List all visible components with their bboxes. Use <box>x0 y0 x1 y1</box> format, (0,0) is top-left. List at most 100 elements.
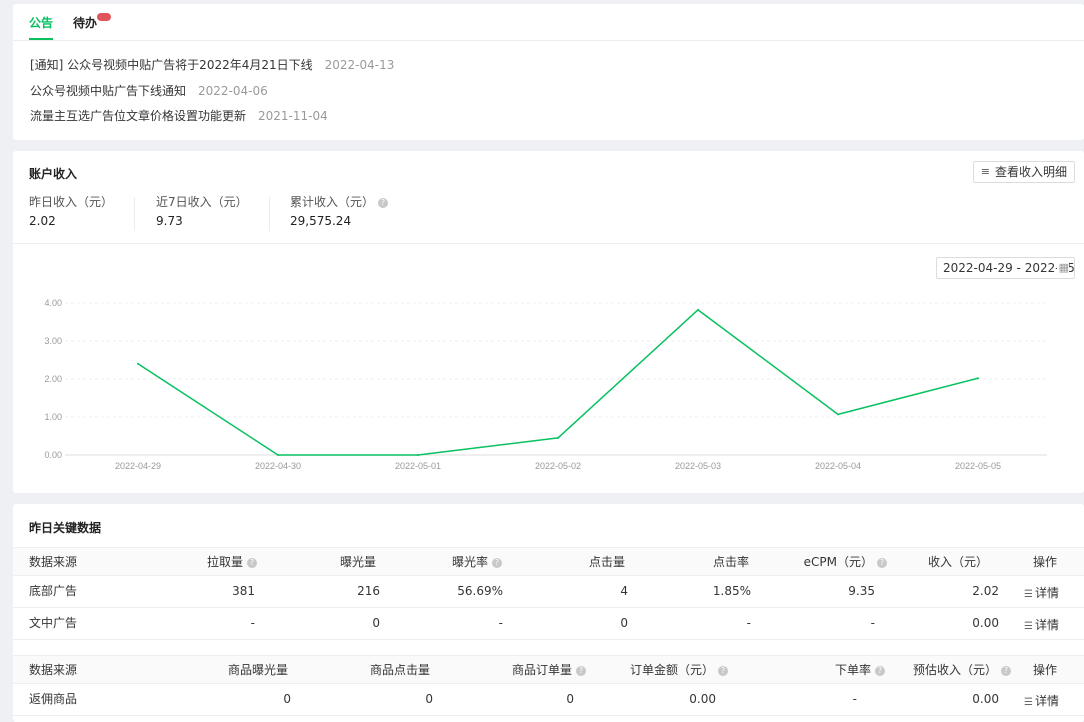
data-point <box>417 454 419 456</box>
divider <box>13 243 1084 244</box>
table-header: 数据来源 拉取量? 曝光量 曝光率? 点击量 点击率 eCPM（元）? 收入（元… <box>13 547 1084 576</box>
notice-tabs: 公告 待办 <box>13 4 1084 41</box>
notice-date: 2022-04-13 <box>324 58 395 72</box>
x-tick-label: 2022-05-02 <box>535 461 581 471</box>
view-income-detail-button[interactable]: ≡ 查看收入明细 <box>972 161 1075 183</box>
todo-badge <box>97 13 111 21</box>
help-icon[interactable]: ? <box>1001 665 1011 676</box>
list-icon: ☰ <box>1024 589 1033 600</box>
key-data-title: 昨日关键数据 <box>29 521 102 535</box>
help-icon[interactable]: ? <box>378 197 389 208</box>
x-tick-label: 2022-04-30 <box>255 461 301 471</box>
detail-link[interactable]: ☰ 详情 <box>1024 610 1059 642</box>
cell-order-rate: - <box>852 692 857 706</box>
cell-ecpm: 9.35 <box>848 584 875 598</box>
stat-value: 29,575.24 <box>290 214 352 228</box>
divider <box>134 197 135 231</box>
stat-yesterday: 昨日收入（元） 2.02 <box>29 193 113 228</box>
cell-pull: - <box>250 616 255 630</box>
notice-card: 公告 待办 [通知] 公众号视频中贴广告将于2022年4月21日下线 2022-0… <box>13 4 1084 140</box>
detail-link[interactable]: ☰ 详情 <box>1024 578 1059 610</box>
data-point <box>977 377 979 380</box>
cell-clicks: 0 <box>620 616 628 630</box>
table-row: 文中广告 - 0 - 0 - - 0.00 ☰ 详情 <box>13 608 1084 640</box>
notice-item[interactable]: 公众号视频中贴广告下线通知 2022-04-06 <box>30 82 268 99</box>
list-icon: ≡ <box>980 165 990 178</box>
key-data-card: 昨日关键数据 数据来源 拉取量? 曝光量 曝光率? 点击量 点击率 eCPM（元… <box>13 504 1084 722</box>
notice-item[interactable]: [通知] 公众号视频中贴广告将于2022年4月21日下线 2022-04-13 <box>30 56 394 73</box>
detail-button-label: 查看收入明细 <box>994 165 1067 179</box>
cell-orders: 0 <box>566 692 574 706</box>
cell-ecpm: - <box>870 616 875 630</box>
cell-source: 底部广告 <box>29 584 78 598</box>
table-row: 底部广告 381 216 56.69% 4 1.85% 9.35 2.02 ☰ 详… <box>13 576 1084 608</box>
active-tab-indicator <box>29 38 53 40</box>
cell-exposure: 0 <box>283 692 291 706</box>
notice-text[interactable]: 公众号视频中贴广告下线通知 <box>30 84 186 98</box>
income-card: 账户收入 ≡ 查看收入明细 昨日收入（元） 2.02 近7日收入（元） 9.73… <box>13 151 1084 493</box>
notice-text[interactable]: [通知] 公众号视频中贴广告将于2022年4月21日下线 <box>30 58 313 72</box>
list-icon: ☰ <box>1024 697 1033 708</box>
cell-pull: 381 <box>232 584 255 598</box>
notice-item[interactable]: 流量主互选广告位文章价格设置功能更新 2021-11-04 <box>30 107 328 124</box>
table-header: 数据来源 商品曝光量 商品点击量 商品订单量? 订单金额（元）? 下单率? 预估… <box>13 655 1084 684</box>
help-icon[interactable]: ? <box>718 665 728 676</box>
y-tick-label: 2.00 <box>44 374 62 384</box>
cell-ctr: - <box>746 616 751 630</box>
income-title: 账户收入 <box>29 167 78 181</box>
table-row: 返佣商品 0 0 0 0.00 - 0.00 ☰ 详情 <box>13 684 1084 716</box>
cell-income: 2.02 <box>972 584 999 598</box>
stat-last-7-days: 近7日收入（元） 9.73 <box>156 193 248 228</box>
help-icon[interactable]: ? <box>576 665 586 676</box>
detail-link[interactable]: ☰ 详情 <box>1024 686 1059 718</box>
x-tick-label: 2022-05-05 <box>955 461 1001 471</box>
cell-source: 文中广告 <box>29 616 78 630</box>
data-point <box>137 362 139 365</box>
tab-todo[interactable]: 待办 <box>73 14 97 31</box>
cell-clicks: 0 <box>425 692 433 706</box>
help-icon[interactable]: ? <box>875 665 885 676</box>
notice-date: 2022-04-06 <box>198 84 268 98</box>
series-line <box>137 309 979 456</box>
tab-announcements[interactable]: 公告 <box>29 14 53 31</box>
cell-exposure: 0 <box>372 616 380 630</box>
stat-label: 累计收入（元）? <box>290 193 389 210</box>
calendar-icon: ▦ <box>1056 258 1069 278</box>
help-icon[interactable]: ? <box>492 557 502 568</box>
y-tick-label: 1.00 <box>44 412 62 422</box>
list-icon: ☰ <box>1024 621 1033 632</box>
x-tick-label: 2022-05-04 <box>815 461 861 471</box>
cell-amount: 0.00 <box>689 692 716 706</box>
cell-exposure: 216 <box>357 584 380 598</box>
help-icon[interactable]: ? <box>247 557 257 568</box>
help-icon[interactable]: ? <box>877 557 887 568</box>
income-line-chart: 0.00 1.00 2.00 3.00 4.00 2022-04-29 2022-04-30… <box>44 298 1047 471</box>
stat-total: 累计收入（元）? 29,575.24 <box>290 193 389 228</box>
cell-ctr: 1.85% <box>712 584 751 598</box>
x-tick-label: 2022-05-01 <box>395 461 441 471</box>
date-range-picker[interactable]: 2022-04-29 - 2022-05-05 ▦ <box>936 257 1075 279</box>
x-tick-label: 2022-05-03 <box>675 461 721 471</box>
y-tick-label: 3.00 <box>44 336 62 346</box>
cell-exposure-rate: - <box>498 616 503 630</box>
cell-source: 返佣商品 <box>29 692 78 706</box>
data-point <box>697 308 699 311</box>
stat-value: 2.02 <box>29 214 56 228</box>
cell-exposure-rate: 56.69% <box>457 584 503 598</box>
stat-value: 9.73 <box>156 214 183 228</box>
date-range-value: 2022-04-29 - 2022-05-05 <box>943 261 1075 275</box>
data-point <box>277 454 279 456</box>
divider <box>269 197 270 231</box>
stat-label: 昨日收入（元） <box>29 195 114 209</box>
cell-income: 0.00 <box>972 692 999 706</box>
y-tick-label: 0.00 <box>44 450 62 460</box>
data-point <box>837 413 839 416</box>
x-tick-label: 2022-04-29 <box>115 461 161 471</box>
y-tick-label: 4.00 <box>44 298 62 308</box>
cell-income: 0.00 <box>972 616 999 630</box>
cell-clicks: 4 <box>620 584 628 598</box>
stat-label: 近7日收入（元） <box>156 195 248 209</box>
notice-text[interactable]: 流量主互选广告位文章价格设置功能更新 <box>30 109 246 123</box>
notice-date: 2021-11-04 <box>258 109 328 123</box>
data-point <box>557 436 559 439</box>
